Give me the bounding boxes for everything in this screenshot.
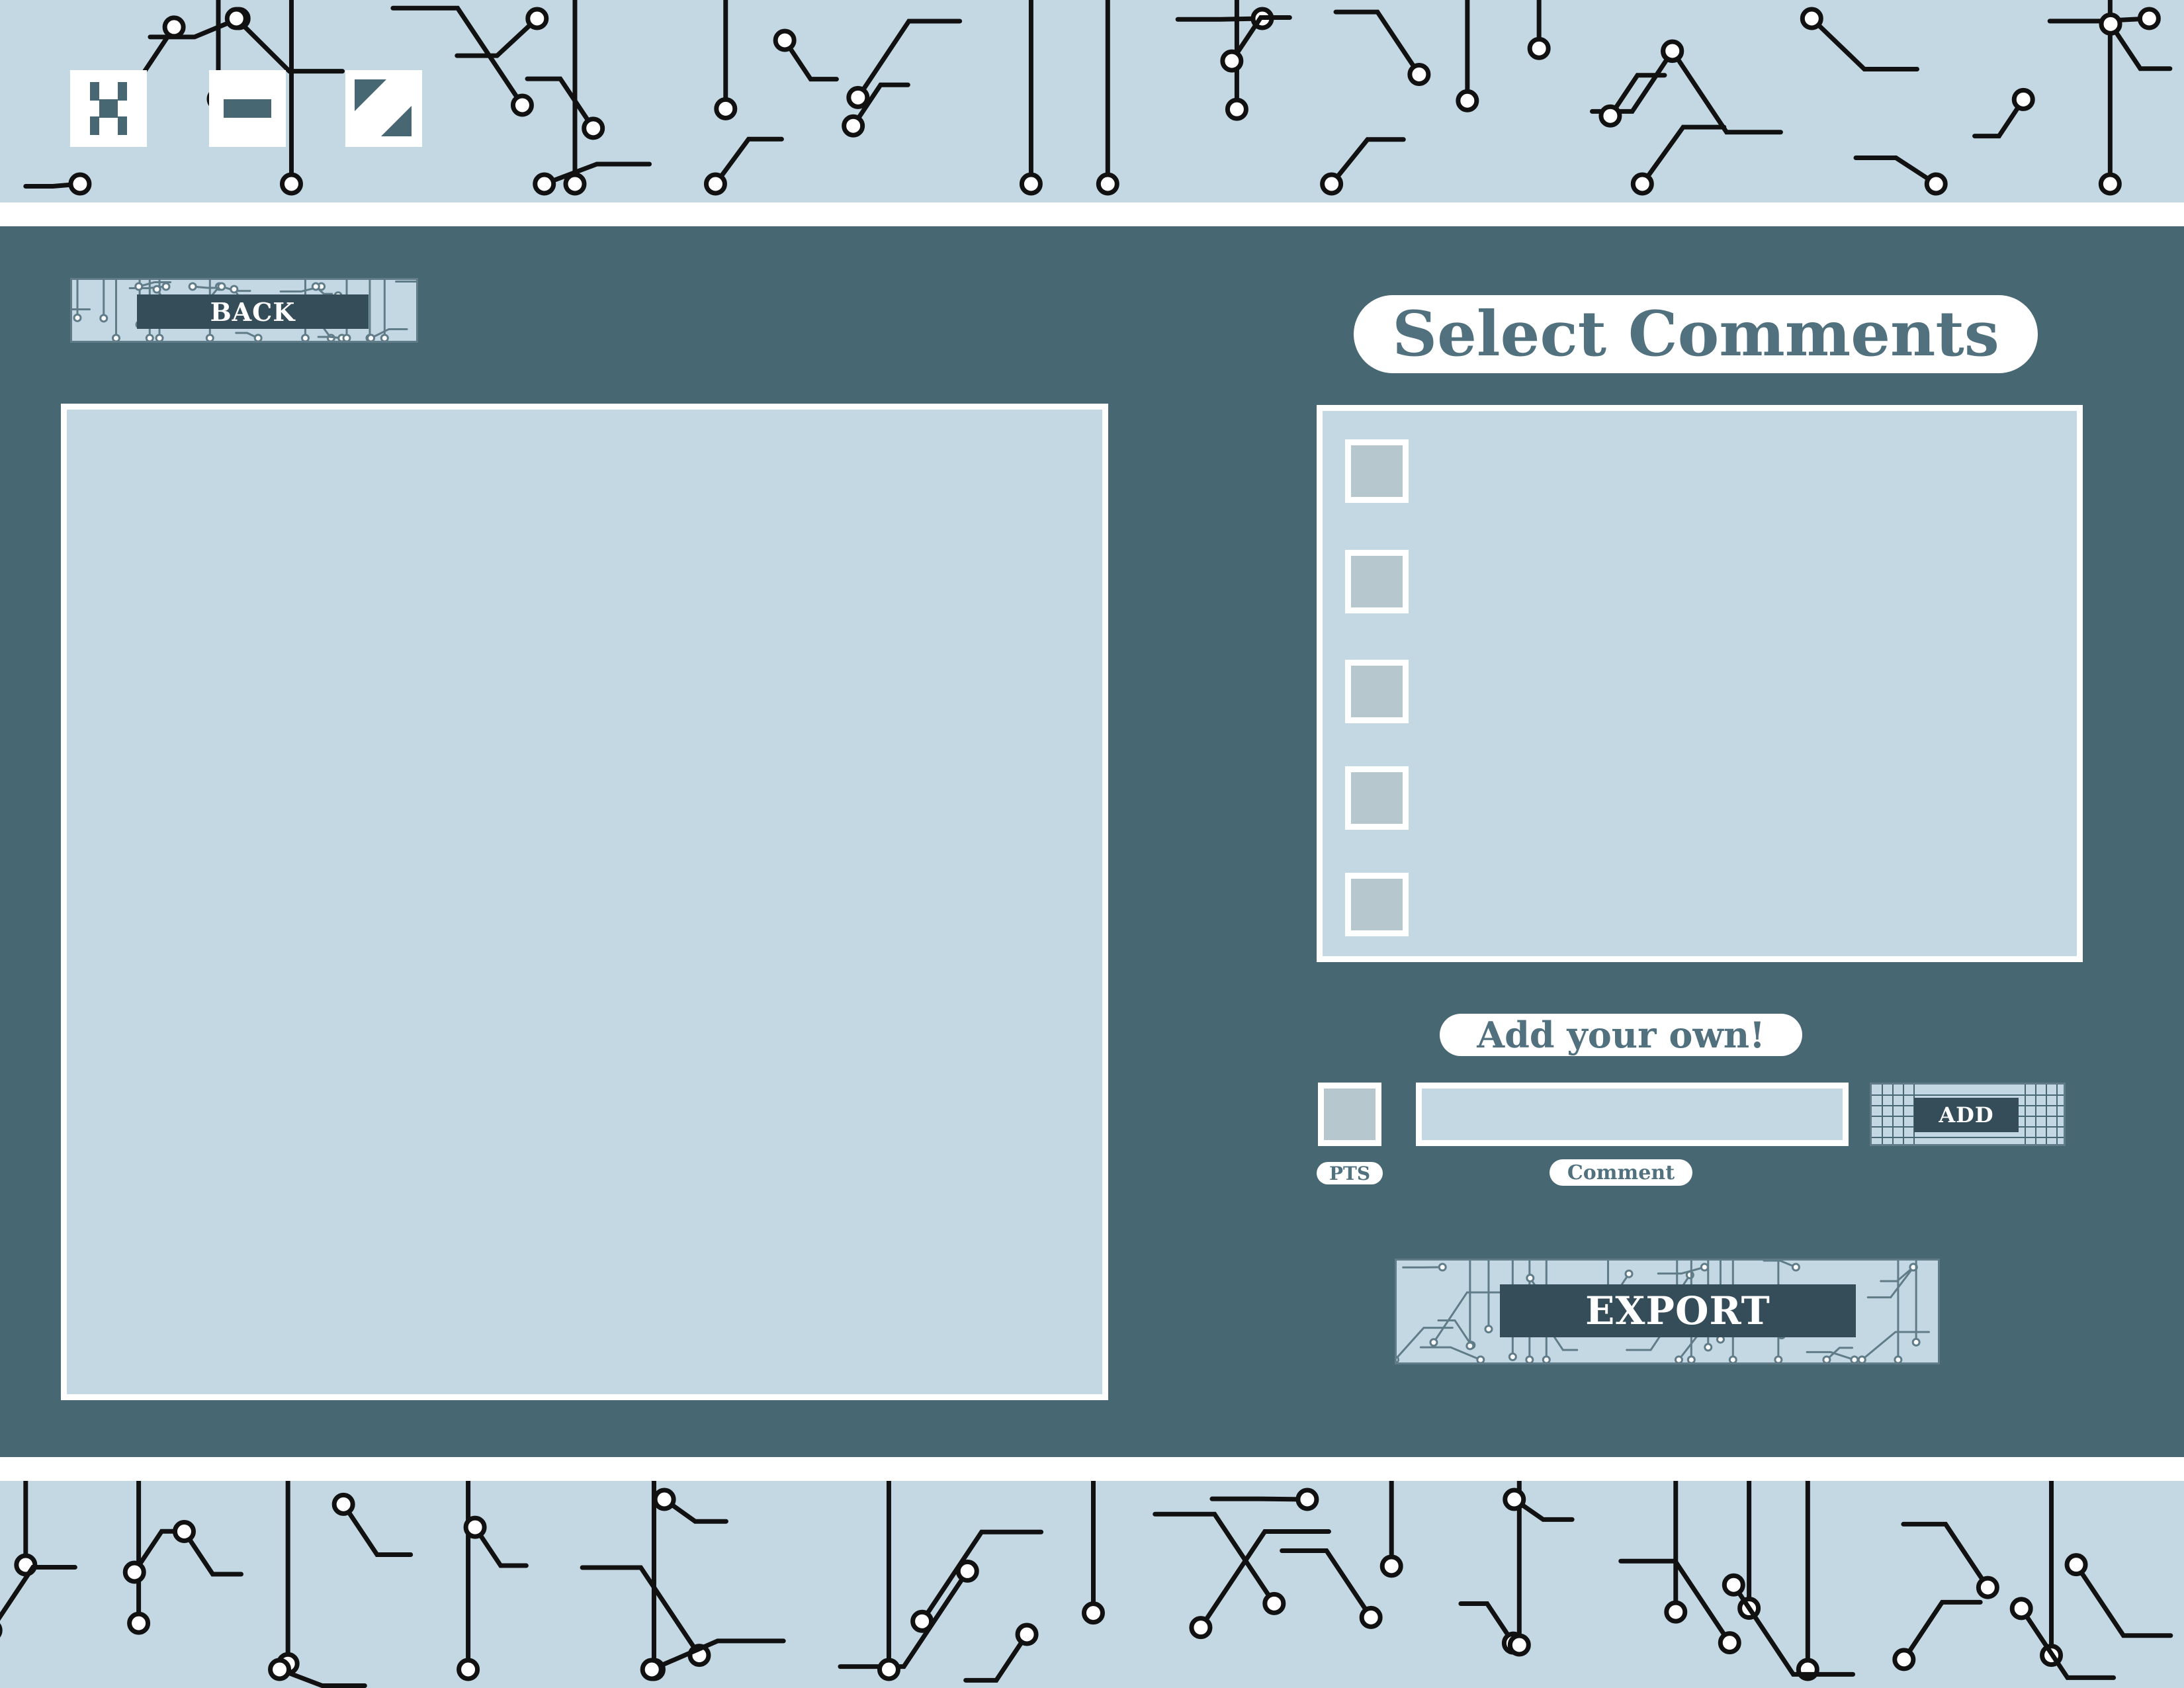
close-button[interactable] [70, 70, 147, 147]
back-button[interactable]: BACK [70, 278, 418, 343]
minimize-button[interactable] [209, 70, 286, 147]
comment-label: Comment [1550, 1159, 1692, 1186]
comment-checkbox-3[interactable] [1345, 660, 1409, 723]
add-button-label: ADD [1914, 1098, 2019, 1132]
add-button[interactable]: ADD [1870, 1083, 2066, 1146]
comment-input[interactable] [1416, 1083, 1849, 1146]
circuit-pattern [0, 1481, 2173, 1688]
resize-button[interactable] [345, 70, 422, 147]
close-icon [90, 82, 127, 135]
bottom-circuit-band [0, 1481, 2184, 1688]
minimize-icon [224, 99, 271, 118]
pts-label: PTS [1317, 1162, 1383, 1184]
export-button[interactable]: EXPORT [1395, 1259, 1940, 1364]
select-comments-title: Select Comments [1354, 295, 2038, 373]
resize-icon [355, 79, 412, 136]
comment-checkbox-1[interactable] [1345, 439, 1409, 503]
comment-checkbox-4[interactable] [1345, 766, 1409, 830]
preview-area [61, 404, 1108, 1400]
pts-input[interactable] [1318, 1083, 1381, 1146]
comments-list [1317, 405, 2083, 962]
export-button-label: EXPORT [1500, 1284, 1856, 1337]
comment-checkbox-5[interactable] [1345, 873, 1409, 936]
circuit-pattern [23, 0, 2173, 196]
top-circuit-band [0, 0, 2184, 202]
comment-checkbox-2[interactable] [1345, 550, 1409, 613]
back-button-label: BACK [137, 294, 369, 329]
add-your-own-title: Add your own! [1440, 1014, 1802, 1056]
